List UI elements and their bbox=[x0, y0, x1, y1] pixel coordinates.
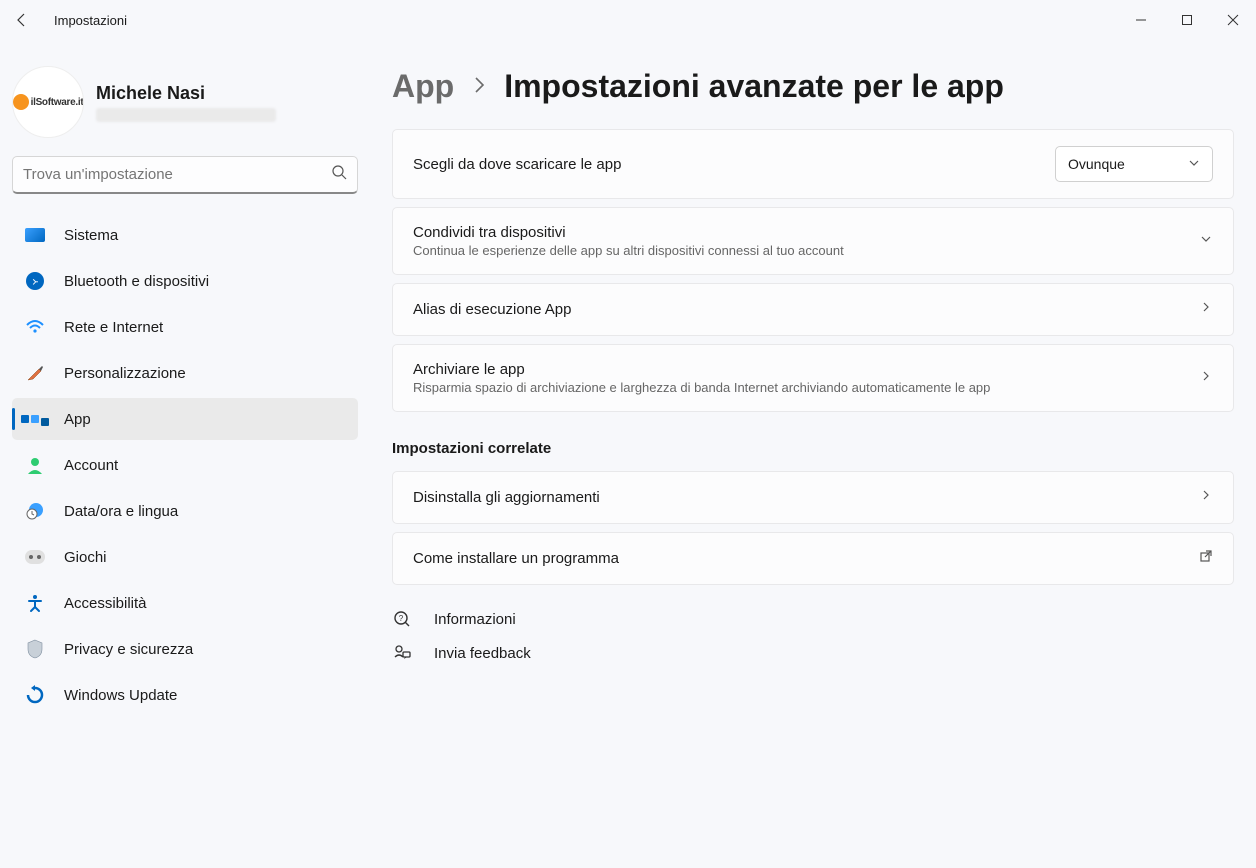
nav-item-bluetooth[interactable]: ᚛ Bluetooth e dispositivi bbox=[12, 260, 358, 302]
nav-label: Sistema bbox=[64, 227, 118, 244]
download-source-dropdown[interactable]: Ovunque bbox=[1055, 146, 1213, 182]
globe-clock-icon bbox=[24, 500, 46, 522]
feedback-icon bbox=[392, 643, 412, 663]
page-title: Impostazioni avanzate per le app bbox=[504, 68, 1004, 105]
card-app-alias[interactable]: Alias di esecuzione App bbox=[392, 283, 1234, 336]
card-subtitle: Continua le esperienze delle app su altr… bbox=[413, 243, 844, 258]
window-controls bbox=[1118, 4, 1256, 36]
help-icon: ? bbox=[392, 609, 412, 629]
card-title: Disinstalla gli aggiornamenti bbox=[413, 489, 600, 506]
nav-item-update[interactable]: Windows Update bbox=[12, 674, 358, 716]
card-download-source: Scegli da dove scaricare le app Ovunque bbox=[392, 129, 1234, 199]
shield-icon bbox=[24, 638, 46, 660]
card-title: Archiviare le app bbox=[413, 361, 990, 378]
system-icon bbox=[24, 224, 46, 246]
svg-text:?: ? bbox=[399, 614, 404, 623]
nav-item-personalizzazione[interactable]: Personalizzazione bbox=[12, 352, 358, 394]
chevron-right-icon bbox=[1199, 369, 1213, 388]
search-icon bbox=[331, 164, 347, 185]
nav-item-rete[interactable]: Rete e Internet bbox=[12, 306, 358, 348]
nav: Sistema ᚛ Bluetooth e dispositivi Rete e… bbox=[12, 214, 358, 716]
nav-item-giochi[interactable]: Giochi bbox=[12, 536, 358, 578]
feedback-link[interactable]: Invia feedback bbox=[392, 643, 1234, 663]
chevron-right-icon bbox=[1199, 488, 1213, 507]
nav-item-dataora[interactable]: Data/ora e lingua bbox=[12, 490, 358, 532]
update-icon bbox=[24, 684, 46, 706]
card-subtitle: Risparmia spazio di archiviazione e larg… bbox=[413, 380, 990, 395]
nav-label: Personalizzazione bbox=[64, 365, 186, 382]
nav-label: Account bbox=[64, 457, 118, 474]
breadcrumb-root[interactable]: App bbox=[392, 68, 454, 105]
main-content: App Impostazioni avanzate per le app Sce… bbox=[370, 40, 1256, 868]
card-title: Scegli da dove scaricare le app bbox=[413, 156, 621, 173]
back-button[interactable] bbox=[8, 6, 36, 34]
search-input[interactable] bbox=[23, 166, 331, 183]
sidebar: ilSoftware.it Michele Nasi Sistema ᚛ Blu… bbox=[0, 40, 370, 868]
card-title: Come installare un programma bbox=[413, 550, 619, 567]
help-link[interactable]: ? Informazioni bbox=[392, 609, 1234, 629]
nav-item-accessibilita[interactable]: Accessibilità bbox=[12, 582, 358, 624]
wifi-icon bbox=[24, 316, 46, 338]
related-settings-header: Impostazioni correlate bbox=[392, 440, 1234, 457]
nav-item-app[interactable]: App bbox=[12, 398, 358, 440]
link-label: Informazioni bbox=[434, 611, 516, 628]
nav-label: Rete e Internet bbox=[64, 319, 163, 336]
profile-block[interactable]: ilSoftware.it Michele Nasi bbox=[12, 60, 358, 156]
nav-label: Accessibilità bbox=[64, 595, 147, 612]
card-archive-apps[interactable]: Archiviare le app Risparmia spazio di ar… bbox=[392, 344, 1234, 412]
breadcrumb: App Impostazioni avanzate per le app bbox=[392, 68, 1234, 105]
gamepad-icon bbox=[24, 546, 46, 568]
search-input-wrap[interactable] bbox=[12, 156, 358, 194]
nav-label: Windows Update bbox=[64, 687, 177, 704]
chevron-down-icon bbox=[1199, 232, 1213, 251]
brush-icon bbox=[24, 362, 46, 384]
footer-links: ? Informazioni Invia feedback bbox=[392, 609, 1234, 663]
avatar-logo-text: ilSoftware.it bbox=[31, 97, 84, 108]
maximize-button[interactable] bbox=[1164, 4, 1210, 36]
card-title: Alias di esecuzione App bbox=[413, 301, 571, 318]
titlebar: Impostazioni bbox=[0, 0, 1256, 40]
profile-name: Michele Nasi bbox=[96, 83, 276, 104]
window-title: Impostazioni bbox=[54, 13, 127, 28]
profile-email-redacted bbox=[96, 108, 276, 122]
chevron-down-icon bbox=[1188, 156, 1200, 172]
link-label: Invia feedback bbox=[434, 645, 531, 662]
card-title: Condividi tra dispositivi bbox=[413, 224, 844, 241]
card-uninstall-updates[interactable]: Disinstalla gli aggiornamenti bbox=[392, 471, 1234, 524]
nav-item-privacy[interactable]: Privacy e sicurezza bbox=[12, 628, 358, 670]
nav-item-sistema[interactable]: Sistema bbox=[12, 214, 358, 256]
nav-label: Data/ora e lingua bbox=[64, 503, 178, 520]
nav-label: Bluetooth e dispositivi bbox=[64, 273, 209, 290]
accessibility-icon bbox=[24, 592, 46, 614]
chevron-right-icon bbox=[472, 74, 486, 100]
chevron-right-icon bbox=[1199, 300, 1213, 319]
card-how-to-install[interactable]: Come installare un programma bbox=[392, 532, 1234, 585]
person-icon bbox=[24, 454, 46, 476]
avatar: ilSoftware.it bbox=[12, 66, 84, 138]
minimize-button[interactable] bbox=[1118, 4, 1164, 36]
dropdown-value: Ovunque bbox=[1068, 156, 1125, 172]
nav-label: Privacy e sicurezza bbox=[64, 641, 193, 658]
bluetooth-icon: ᚛ bbox=[24, 270, 46, 292]
card-share-devices[interactable]: Condividi tra dispositivi Continua le es… bbox=[392, 207, 1234, 275]
close-button[interactable] bbox=[1210, 4, 1256, 36]
nav-item-account[interactable]: Account bbox=[12, 444, 358, 486]
external-link-icon bbox=[1199, 549, 1213, 568]
nav-label: Giochi bbox=[64, 549, 107, 566]
nav-label: App bbox=[64, 411, 91, 428]
apps-icon bbox=[24, 408, 46, 430]
